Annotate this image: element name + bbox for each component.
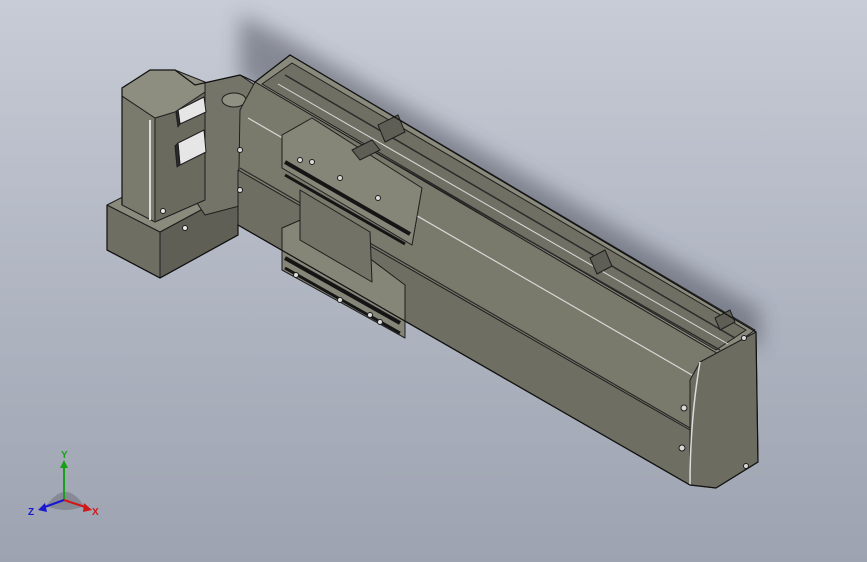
- carriage-screw: [377, 319, 383, 325]
- carriage-screw: [309, 159, 315, 165]
- view-orientation-triad[interactable]: Y X Z: [26, 448, 106, 524]
- end-cap-screw: [741, 335, 747, 341]
- carriage-screw: [297, 157, 303, 163]
- carriage-screw: [293, 272, 299, 278]
- x-axis-label: X: [92, 507, 99, 518]
- end-cap-screw: [680, 404, 688, 412]
- end-cap-screw: [678, 444, 686, 452]
- carriage-screw: [375, 195, 381, 201]
- screw-head: [182, 225, 188, 231]
- body-screw: [237, 147, 243, 153]
- body-screw: [237, 187, 243, 193]
- screw-head: [160, 208, 166, 214]
- graphics-viewport[interactable]: Y X Z: [0, 0, 867, 562]
- z-axis-arrow-icon: [38, 503, 47, 512]
- carriage-screw: [367, 312, 373, 318]
- y-axis-arrow-icon: [60, 460, 68, 468]
- linear-actuator-model[interactable]: [0, 0, 867, 562]
- carriage-screw: [337, 297, 343, 303]
- z-axis-label: Z: [28, 507, 34, 518]
- x-axis-arrow-icon: [83, 503, 92, 512]
- y-axis-label: Y: [61, 450, 68, 461]
- carriage-screw: [337, 175, 343, 181]
